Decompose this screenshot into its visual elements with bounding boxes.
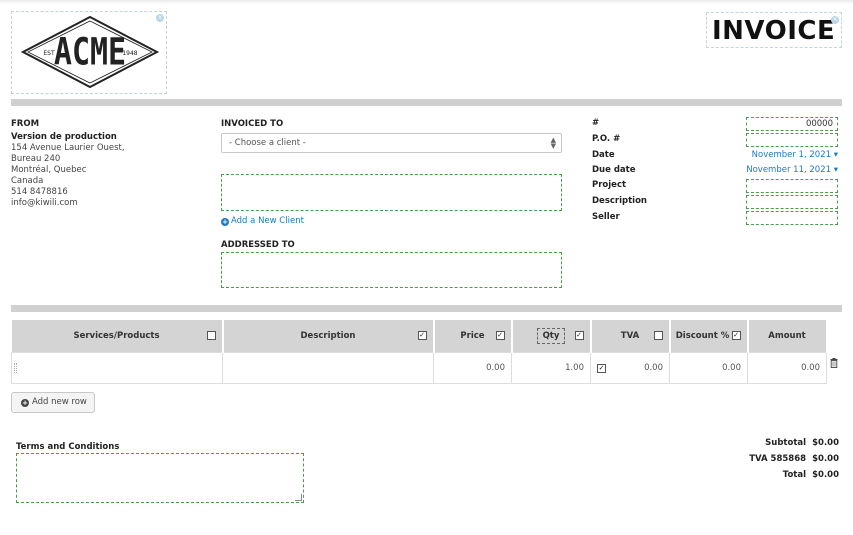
- add-new-client-link[interactable]: + Add a New Client: [221, 216, 304, 226]
- add-new-row-button[interactable]: + Add new row: [11, 392, 95, 413]
- seller-label: Seller: [592, 212, 620, 222]
- cell-service[interactable]: [11, 351, 223, 384]
- from-heading: FROM: [11, 119, 40, 129]
- section-divider: [11, 305, 842, 312]
- from-phone: 514 8478816: [11, 187, 68, 197]
- acme-logo: ACME EST 1948: [20, 15, 160, 89]
- column-toggle-checkbox[interactable]: ✓: [731, 331, 741, 340]
- client-select-value: - Choose a client -: [229, 138, 306, 148]
- seller-field[interactable]: [746, 211, 838, 225]
- invoice-title: INVOICE: [712, 16, 836, 46]
- terms-textarea[interactable]: [16, 453, 304, 503]
- number-label: #: [592, 118, 600, 128]
- column-services: Services/Products: [11, 320, 224, 352]
- column-price: Price ✓: [433, 320, 513, 352]
- select-arrows-icon: ▲ ▼: [550, 136, 556, 150]
- date-picker[interactable]: November 1, 2021 ▾: [752, 150, 838, 160]
- top-shadow: [0, 0, 853, 4]
- from-city: Montréal, Quebec: [11, 165, 87, 175]
- add-new-row-label: Add new row: [32, 397, 87, 407]
- addressed-to-field[interactable]: [221, 252, 562, 288]
- po-field[interactable]: [746, 133, 838, 147]
- from-address-line2: Bureau 240: [11, 154, 61, 164]
- due-date-picker[interactable]: November 11, 2021 ▾: [746, 165, 838, 175]
- cell-tva[interactable]: ✓ 0.00: [590, 351, 670, 384]
- logo-year: 1948: [122, 50, 137, 57]
- section-divider: [11, 99, 842, 106]
- tax-label: TVA 585868: [749, 454, 807, 464]
- cell-description[interactable]: [222, 351, 434, 384]
- project-field[interactable]: [746, 179, 838, 193]
- column-qty: Qty ✓: [511, 320, 592, 352]
- logo-upload-area[interactable]: ACME EST 1948 ×: [11, 11, 167, 94]
- description-label: Description: [592, 196, 647, 206]
- column-toggle-checkbox[interactable]: [206, 331, 216, 340]
- total-label: Total: [782, 470, 807, 480]
- trash-icon[interactable]: [830, 358, 838, 368]
- column-tva: TVA: [590, 320, 671, 352]
- invoiced-to-heading: INVOICED TO: [221, 119, 284, 129]
- invoice-number-field[interactable]: 00000: [746, 117, 838, 131]
- project-label: Project: [592, 180, 627, 190]
- close-icon[interactable]: ×: [156, 14, 164, 22]
- client-details-field[interactable]: [221, 174, 562, 211]
- cell-price[interactable]: 0.00: [433, 351, 512, 384]
- tax-row: TVA 585868 $0.00: [749, 454, 839, 464]
- due-date-label: Due date: [592, 165, 636, 175]
- table-row: 0.00 1.00 ✓ 0.00 0.00 0.00: [11, 351, 827, 384]
- due-date-value: November 11, 2021: [746, 165, 832, 175]
- cell-discount[interactable]: 0.00: [669, 351, 748, 384]
- plus-circle-icon: +: [21, 399, 29, 407]
- cell-amount: 0.00: [747, 351, 827, 384]
- column-toggle-checkbox[interactable]: ✓: [417, 331, 427, 340]
- date-value: November 1, 2021: [751, 150, 832, 160]
- from-address: Version de production 154 Avenue Laurier…: [11, 132, 125, 209]
- from-email: info@kiwili.com: [11, 198, 78, 208]
- total-value: $0.00: [812, 470, 839, 480]
- total-row: Total $0.00: [783, 470, 839, 480]
- description-field[interactable]: [746, 195, 838, 209]
- from-country: Canada: [11, 176, 44, 186]
- caret-down-icon: ▾: [833, 150, 838, 160]
- column-discount: Discount % ✓: [669, 320, 749, 352]
- subtotal-value: $0.00: [812, 438, 839, 448]
- date-label: Date: [592, 150, 615, 160]
- add-new-client-label: Add a New Client: [231, 216, 304, 226]
- po-label: P.O. #: [592, 134, 621, 144]
- client-select[interactable]: - Choose a client - ▲ ▼: [221, 133, 562, 153]
- drag-handle-icon[interactable]: [14, 362, 17, 373]
- from-address-line1: 154 Avenue Laurier Ouest,: [11, 143, 125, 153]
- column-toggle-checkbox[interactable]: ✓: [495, 331, 505, 340]
- line-items-table: Services/Products Description ✓ Price ✓ Qt…: [11, 320, 828, 384]
- column-description: Description ✓: [222, 320, 435, 352]
- table-header-row: Services/Products Description ✓ Price ✓ Qt…: [11, 320, 828, 352]
- logo-est: EST: [43, 50, 55, 57]
- plus-circle-icon: +: [221, 218, 229, 226]
- tva-checkbox[interactable]: ✓: [597, 363, 606, 373]
- close-icon[interactable]: ×: [831, 16, 839, 24]
- from-company: Version de production: [11, 132, 117, 142]
- resize-handle-icon[interactable]: [295, 494, 302, 501]
- invoice-title-box[interactable]: INVOICE ×: [706, 12, 842, 48]
- terms-heading: Terms and Conditions: [16, 442, 120, 452]
- logo-brand: ACME: [54, 30, 126, 74]
- column-toggle-checkbox[interactable]: ✓: [574, 331, 584, 340]
- addressed-to-heading: ADDRESSED TO: [221, 240, 295, 250]
- column-amount: Amount: [747, 320, 828, 352]
- column-toggle-checkbox[interactable]: [653, 331, 663, 340]
- caret-down-icon: ▾: [833, 165, 838, 175]
- cell-qty[interactable]: 1.00: [511, 351, 591, 384]
- tax-value: $0.00: [812, 454, 839, 464]
- subtotal-row: Subtotal $0.00: [765, 438, 839, 448]
- subtotal-label: Subtotal: [765, 438, 807, 448]
